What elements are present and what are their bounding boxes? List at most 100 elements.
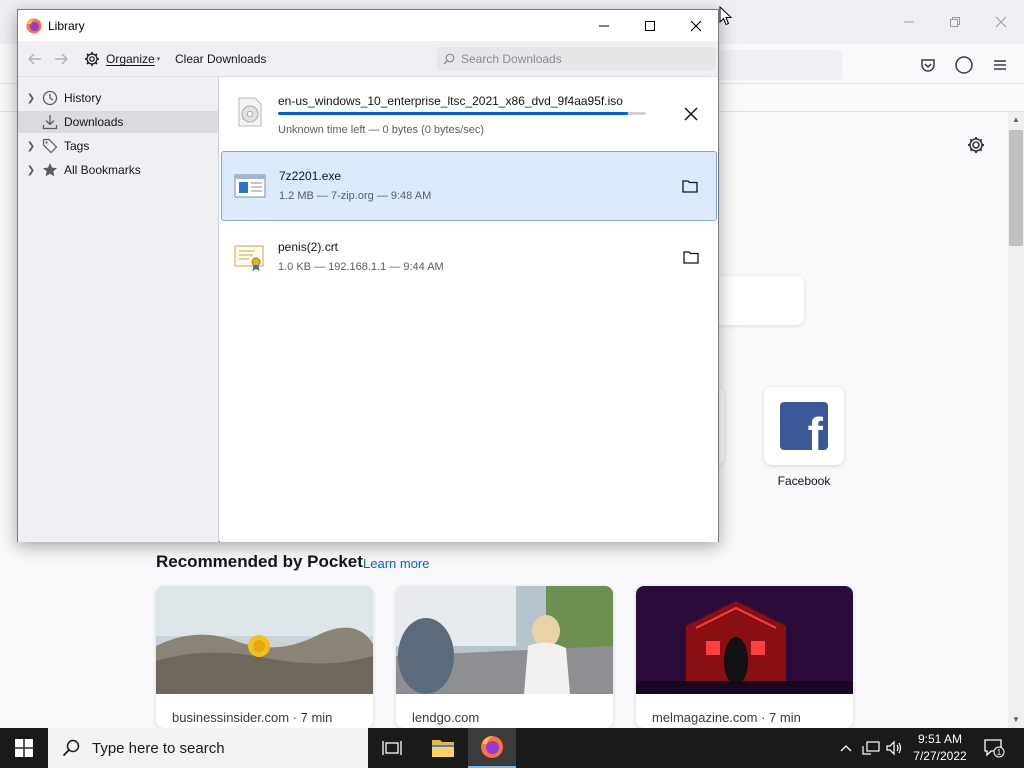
- hamburger-icon: [994, 60, 1006, 70]
- shortcut-facebook[interactable]: f: [764, 387, 844, 465]
- library-minimize-button[interactable]: [581, 10, 627, 41]
- close-icon: [995, 16, 1007, 28]
- exe-file-icon: [234, 174, 266, 198]
- show-in-folder-button[interactable]: [680, 176, 700, 196]
- pocket-card-source: businessinsider.com · 7 min: [172, 710, 333, 725]
- disc-image-icon: [238, 97, 262, 127]
- library-titlebar[interactable]: Library: [18, 10, 718, 41]
- pocket-learn-more-link[interactable]: Learn more: [363, 556, 429, 571]
- network-icon[interactable]: [861, 738, 881, 758]
- library-maximize-button[interactable]: [627, 10, 673, 41]
- start-button[interactable]: [0, 728, 48, 768]
- download-item[interactable]: en-us_windows_10_enterprise_ltsc_2021_x8…: [221, 78, 717, 148]
- organize-button[interactable]: Organize ▾: [84, 49, 160, 69]
- tag-icon: [42, 138, 58, 154]
- pocket-card-source: melmagazine.com · 7 min: [652, 710, 801, 725]
- gear-icon: [85, 52, 99, 66]
- windows-logo-icon: [15, 739, 33, 757]
- forward-arrow-icon[interactable]: [52, 50, 70, 68]
- clock-time: 9:51 AM: [917, 732, 963, 746]
- task-view-icon: [382, 741, 402, 755]
- search-downloads-input[interactable]: [461, 52, 701, 66]
- app-menu-button[interactable]: [989, 54, 1011, 76]
- download-icon: [42, 114, 58, 130]
- download-progress-bar: [278, 112, 646, 115]
- sidebar-item-all-bookmarks[interactable]: ❯ All Bookmarks: [18, 159, 218, 181]
- sidebar-item-tags[interactable]: ❯ Tags: [18, 135, 218, 157]
- library-title: Library: [48, 19, 85, 33]
- sidebar-item-label: History: [64, 91, 102, 105]
- download-status: 1.2 MB — 7-zip.org — 9:48 AM: [279, 190, 432, 202]
- facebook-icon: f: [780, 402, 828, 450]
- firefox-taskbar-button[interactable]: [468, 728, 516, 768]
- taskbar-search-placeholder: Type here to search: [92, 739, 225, 757]
- close-icon: [690, 20, 702, 31]
- task-view-button[interactable]: [368, 728, 416, 768]
- downloads-list: en-us_windows_10_enterprise_ltsc_2021_x8…: [220, 77, 718, 542]
- clock-icon: [42, 90, 58, 106]
- file-explorer-button[interactable]: [419, 728, 467, 768]
- sidebar-item-downloads[interactable]: Downloads: [18, 111, 218, 133]
- sidebar-item-label: Downloads: [64, 115, 124, 129]
- pocket-card[interactable]: melmagazine.com · 7 min: [636, 586, 853, 728]
- close-window-button[interactable]: [978, 8, 1024, 36]
- back-arrow-icon[interactable]: [26, 50, 44, 68]
- download-filename: en-us_windows_10_enterprise_ltsc_2021_x8…: [278, 94, 623, 108]
- firefox-icon: [481, 736, 503, 758]
- pocket-card[interactable]: businessinsider.com · 7 min: [156, 586, 373, 728]
- pocket-card-source: lendgo.com: [412, 710, 480, 725]
- chevron-right-icon[interactable]: ❯: [26, 165, 36, 176]
- firefox-icon: [26, 18, 42, 34]
- download-status: 1.0 KB — 192.168.1.1 — 9:44 AM: [278, 261, 444, 273]
- windows-taskbar: Type here to search 9:51 AM 7/27/2022 1: [0, 728, 1024, 768]
- search-downloads-box[interactable]: [437, 47, 716, 71]
- pocket-icon: [921, 59, 935, 72]
- scroll-thumb[interactable]: [1009, 130, 1023, 246]
- sidebar-item-label: All Bookmarks: [64, 163, 141, 177]
- pocket-button[interactable]: [917, 54, 939, 76]
- minimize-icon: [599, 25, 609, 26]
- sidebar-item-history[interactable]: ❯ History: [18, 87, 218, 109]
- download-item[interactable]: penis(2).crt 1.0 KB — 192.168.1.1 — 9:44…: [221, 223, 717, 293]
- minimize-icon: [904, 21, 914, 23]
- notification-icon: 1: [984, 739, 1005, 758]
- taskbar-clock[interactable]: 9:51 AM 7/27/2022: [905, 731, 975, 765]
- clear-downloads-button[interactable]: Clear Downloads: [175, 52, 266, 66]
- show-in-folder-button[interactable]: [681, 247, 701, 267]
- cancel-download-button[interactable]: [681, 104, 701, 124]
- account-button[interactable]: [953, 54, 975, 76]
- url-bar[interactable]: [705, 50, 842, 80]
- library-toolbar: Organize ▾ Clear Downloads: [18, 41, 718, 77]
- restore-icon: [950, 17, 960, 27]
- gear-icon: [968, 137, 984, 153]
- taskbar-search-box[interactable]: Type here to search: [48, 728, 368, 768]
- folder-icon: [682, 180, 698, 193]
- scroll-up-icon[interactable]: ▲: [1008, 112, 1024, 128]
- chevron-down-icon: ▾: [156, 56, 161, 63]
- pocket-thumbnail: [636, 586, 853, 694]
- scroll-down-icon[interactable]: ▼: [1008, 712, 1024, 728]
- newtab-settings-button[interactable]: [965, 134, 987, 156]
- minimize-button[interactable]: [886, 8, 932, 36]
- download-progress-fill: [278, 112, 628, 115]
- folder-icon: [432, 740, 454, 757]
- search-icon: [62, 739, 80, 757]
- download-filename: penis(2).crt: [278, 240, 339, 254]
- download-filename: 7z2201.exe: [279, 169, 342, 183]
- action-center-button[interactable]: 1: [982, 738, 1006, 758]
- volume-icon[interactable]: [884, 738, 904, 758]
- chevron-right-icon[interactable]: ❯: [26, 93, 36, 104]
- library-close-button[interactable]: [673, 10, 719, 41]
- sidebar-item-label: Tags: [64, 139, 90, 153]
- shortcut-label: Facebook: [777, 474, 831, 488]
- chevron-up-icon[interactable]: [836, 738, 856, 758]
- download-item-selected[interactable]: 7z2201.exe 1.2 MB — 7-zip.org — 9:48 AM: [221, 151, 717, 221]
- pocket-thumbnail: [156, 586, 373, 694]
- search-icon: [443, 53, 455, 65]
- pocket-card[interactable]: lendgo.com: [396, 586, 613, 728]
- cancel-icon: [684, 107, 698, 121]
- download-status: Unknown time left — 0 bytes (0 bytes/sec…: [278, 124, 485, 136]
- chevron-right-icon[interactable]: ❯: [26, 141, 36, 152]
- restore-button[interactable]: [932, 8, 978, 36]
- clock-date: 7/27/2022: [913, 749, 967, 763]
